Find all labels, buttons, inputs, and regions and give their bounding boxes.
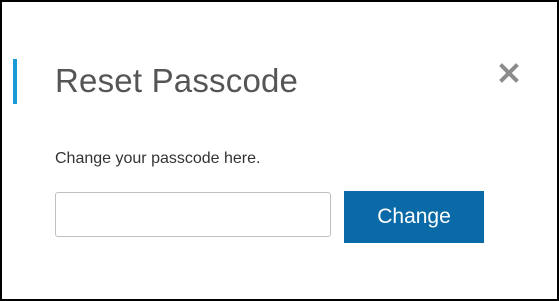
close-button[interactable] <box>495 59 523 87</box>
dialog-description: Change your passcode here. <box>55 150 261 167</box>
dialog-title: Reset Passcode <box>55 62 299 99</box>
change-button[interactable]: Change <box>344 191 484 243</box>
title-accent-bar <box>13 59 17 104</box>
reset-passcode-dialog: Reset Passcode Change your passcode here… <box>0 0 559 301</box>
close-icon <box>499 63 519 83</box>
passcode-input[interactable] <box>55 192 331 237</box>
